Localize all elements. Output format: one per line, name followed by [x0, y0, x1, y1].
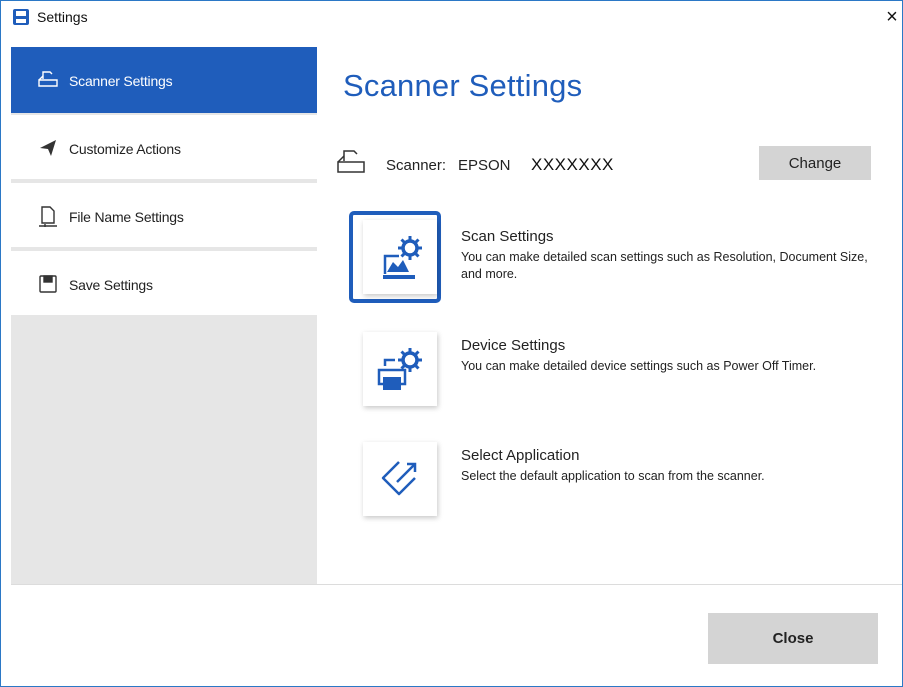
settings-window: Settings × Scanner Settings Customize Ac… — [0, 0, 903, 687]
sidebar-item-customize-actions[interactable]: Customize Actions — [11, 115, 317, 181]
sidebar-item-scanner-settings[interactable]: Scanner Settings — [11, 47, 317, 113]
sidebar-item-label: Scanner Settings — [69, 73, 173, 89]
sidebar-item-save-settings[interactable]: Save Settings — [11, 251, 317, 317]
close-button[interactable]: Close — [708, 613, 878, 664]
title-bar: Settings × — [1, 1, 902, 35]
sidebar-item-label: Save Settings — [69, 277, 153, 293]
footer-divider — [11, 584, 902, 585]
scan-settings-gear-icon — [383, 236, 422, 279]
scanner-model: XXXXXXX — [531, 155, 614, 174]
device-settings-tile[interactable] — [363, 332, 437, 406]
select-application-icon — [381, 461, 417, 496]
window-close-icon[interactable]: × — [883, 6, 901, 28]
option-scan-settings[interactable]: Scan Settings You can make detailed scan… — [349, 211, 879, 303]
save-icon — [39, 275, 57, 293]
change-scanner-button[interactable]: Change — [759, 146, 871, 180]
page-title: Scanner Settings — [343, 68, 583, 103]
option-title: Select Application — [461, 447, 580, 464]
scan-settings-tile[interactable] — [363, 220, 437, 294]
scanner-value: EPSON — [458, 157, 511, 174]
scanner-icon — [337, 150, 365, 173]
select-application-tile[interactable] — [363, 442, 437, 516]
document-icon — [39, 206, 57, 227]
option-device-settings[interactable]: Device Settings You can make detailed de… — [349, 322, 879, 412]
sidebar: Scanner Settings Customize Actions File … — [11, 47, 317, 584]
option-title: Scan Settings — [461, 228, 554, 245]
option-description: Select the default application to scan f… — [461, 469, 765, 483]
paper-plane-icon — [40, 140, 56, 156]
window-title: Settings — [37, 9, 88, 25]
option-select-application[interactable]: Select Application Select the default ap… — [349, 433, 879, 523]
scanner-icon — [38, 71, 58, 87]
scanner-label: Scanner: — [386, 157, 447, 174]
option-title: Device Settings — [461, 337, 566, 354]
sidebar-item-label: File Name Settings — [69, 209, 184, 225]
device-settings-gear-icon — [377, 348, 422, 390]
option-description: You can make detailed scan settings such… — [461, 250, 868, 281]
sidebar-item-label: Customize Actions — [69, 141, 181, 157]
app-settings-icon — [13, 9, 29, 25]
option-description: You can make detailed device settings su… — [461, 359, 817, 373]
sidebar-item-file-name-settings[interactable]: File Name Settings — [11, 183, 317, 249]
main-panel: Scanner Settings Scanner: EPSON XXXXXXX … — [317, 47, 902, 584]
